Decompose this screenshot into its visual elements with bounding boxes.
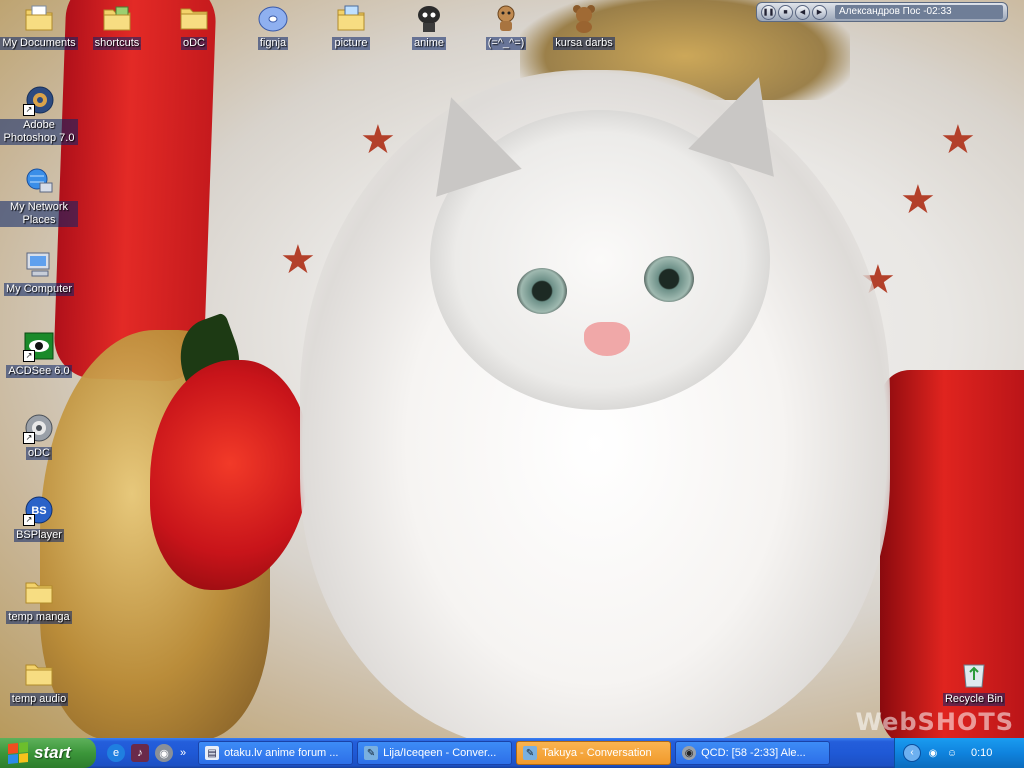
desktop-icon-temp-manga[interactable]: temp manga: [0, 576, 78, 624]
shortcut-arrow-icon: ↗: [23, 104, 35, 116]
internet-explorer-icon[interactable]: e: [107, 744, 125, 762]
disc-icon: [257, 2, 289, 34]
desktop-icon-shortcuts[interactable]: shortcuts: [78, 2, 156, 50]
desktop-icon-fignja[interactable]: fignja: [234, 2, 312, 50]
desktop-icon-anime[interactable]: anime: [390, 2, 468, 50]
folder-documents-icon: [23, 2, 55, 34]
star-decoration: ★: [360, 118, 396, 162]
shortcut-arrow-icon: ↗: [23, 514, 35, 526]
shortcut-arrow-icon: ↗: [23, 432, 35, 444]
shortcut-arrow-icon: ↗: [23, 350, 35, 362]
desktop-wallpaper[interactable]: ★ ★ ★ ★ ★ WebSHOTS: [0, 0, 1024, 738]
system-tray: ‹ ◉ ☺ 0:10: [894, 738, 1024, 768]
recycle-bin-icon: [958, 658, 990, 690]
start-button-label: start: [34, 743, 71, 762]
pause-icon[interactable]: ❚❚: [761, 4, 776, 20]
media-player-now-playing: Александров Пос -02:33: [835, 5, 1003, 19]
wallpaper-watermark: WebSHOTS: [855, 708, 1014, 736]
teddy-bear-icon: [568, 2, 600, 34]
my-computer-icon: [23, 248, 55, 280]
desktop-icon-temp-audio[interactable]: temp audio: [0, 658, 78, 706]
acdsee-icon: ↗: [23, 330, 55, 362]
odc-shortcut-icon: ↗: [23, 412, 55, 444]
desktop-icon-odc-shortcut[interactable]: ↗ oDC: [0, 412, 78, 460]
desktop-icon-recycle-bin[interactable]: Recycle Bin: [935, 658, 1013, 706]
quick-launch-overflow-chevron[interactable]: »: [180, 747, 186, 759]
document-icon: ▤: [205, 746, 220, 760]
taskbar-button-otaku-forum[interactable]: ▤ otaku.lv anime forum ...: [198, 741, 354, 765]
kitten-eye: [517, 268, 567, 314]
star-decoration: ★: [280, 238, 316, 282]
taskbar: start e ♪ ◉ » ▤ otaku.lv anime forum ...…: [0, 738, 1024, 768]
taskbar-button-lija-conversation[interactable]: ✎ Lija/Iceqeen - Conver...: [357, 741, 513, 765]
desktop-icon-picture[interactable]: picture: [312, 2, 390, 50]
star-decoration: ★: [940, 118, 976, 162]
star-decoration: ★: [900, 178, 936, 222]
wallpaper-poinsettia: [150, 360, 310, 590]
network-places-icon: [23, 166, 55, 198]
folder-shortcuts-icon: [101, 2, 133, 34]
media-player-deskband[interactable]: ❚❚ ■ ◀ ▶ Александров Пос -02:33: [756, 2, 1008, 22]
windows-flag-icon: [8, 741, 28, 765]
qcd-icon: ◉: [682, 746, 697, 760]
show-hidden-icons-chevron-icon[interactable]: ‹: [903, 744, 921, 762]
kitten-eye: [644, 256, 694, 302]
previous-icon[interactable]: ◀: [795, 4, 810, 20]
quick-launch-bar: e ♪ ◉ »: [104, 744, 186, 762]
photoshop-icon: ↗: [23, 84, 55, 116]
desktop-icon-cat-face[interactable]: (=^_^=): [467, 2, 545, 50]
taskbar-button-takuya-conversation[interactable]: ✎ Takuya - Conversation: [516, 741, 672, 765]
bsplayer-icon: BS ↗: [23, 494, 55, 526]
cat-character-icon: [490, 2, 522, 34]
start-button[interactable]: start: [0, 738, 96, 768]
messenger-icon: ✎: [364, 746, 379, 760]
folder-icon: [23, 658, 55, 690]
stop-icon[interactable]: ■: [778, 4, 793, 20]
desktop-icon-acdsee[interactable]: ↗ ACDSee 6.0: [0, 330, 78, 378]
desktop-icon-my-computer[interactable]: My Computer: [0, 248, 78, 296]
media-icon[interactable]: ♪: [131, 744, 149, 762]
desktop-icon-my-documents[interactable]: My Documents: [0, 2, 78, 50]
messenger-icon: ✎: [523, 746, 538, 760]
kitten-nose: [584, 322, 630, 356]
folder-pictures-icon: [335, 2, 367, 34]
next-icon[interactable]: ▶: [812, 4, 827, 20]
desktop-icon-kursa-darbs[interactable]: kursa darbs: [545, 2, 623, 50]
desktop-icon-odc-folder[interactable]: oDC: [155, 2, 233, 50]
desktop-icon-photoshop[interactable]: ↗ Adobe Photoshop 7.0: [0, 84, 78, 145]
odc-tray-icon[interactable]: ◉: [925, 745, 941, 761]
taskbar-button-qcd-player[interactable]: ◉ QCD: [58 -2:33] Ale...: [675, 741, 831, 765]
desktop-icon-network-places[interactable]: My Network Places: [0, 166, 78, 227]
messenger-tray-icon[interactable]: ☺: [944, 745, 960, 761]
folder-icon: [178, 2, 210, 34]
clock[interactable]: 0:10: [971, 747, 992, 759]
desktop-icon-bsplayer[interactable]: BS ↗ BSPlayer: [0, 494, 78, 542]
anime-character-icon: [413, 2, 445, 34]
odc-icon[interactable]: ◉: [155, 744, 173, 762]
folder-icon: [23, 576, 55, 608]
